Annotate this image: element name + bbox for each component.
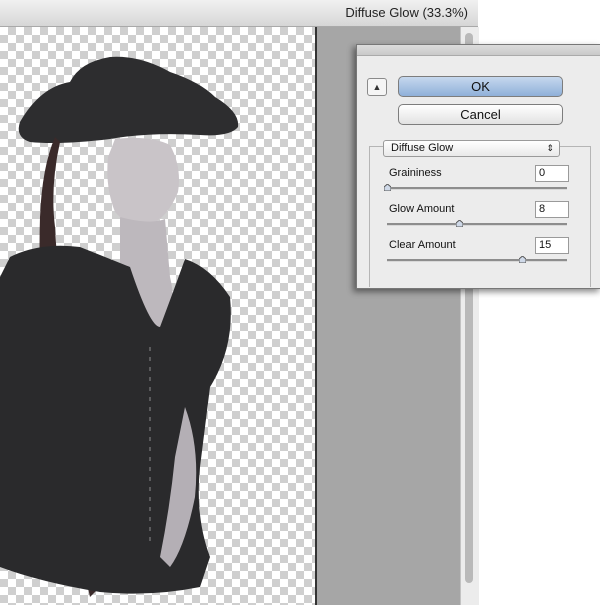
- ok-button[interactable]: OK: [398, 76, 563, 97]
- glow-amount-slider-thumb[interactable]: [455, 220, 463, 227]
- filter-select[interactable]: Diffuse Glow ⇕: [383, 140, 560, 157]
- graininess-slider-thumb[interactable]: [383, 184, 391, 191]
- graininess-slider-track[interactable]: [387, 187, 567, 190]
- dialog-header: [357, 45, 600, 56]
- window-title: Diffuse Glow (33.3%): [345, 5, 468, 20]
- graininess-label: Graininess: [389, 167, 442, 179]
- clear-amount-slider-track[interactable]: [387, 259, 567, 262]
- graininess-input[interactable]: 0: [535, 165, 569, 182]
- glow-amount-slider-track[interactable]: [387, 223, 567, 226]
- preview-canvas[interactable]: [0, 27, 316, 605]
- glow-amount-input[interactable]: 8: [535, 201, 569, 218]
- select-arrows-icon: ⇕: [546, 143, 554, 153]
- preview-image: [0, 56, 239, 597]
- cancel-button[interactable]: Cancel: [398, 104, 563, 125]
- collapse-icon[interactable]: ▲: [367, 78, 387, 96]
- clear-amount-input[interactable]: 15: [535, 237, 569, 254]
- clear-amount-label: Clear Amount: [389, 239, 456, 251]
- filter-dialog: ▲ OK Cancel Diffuse Glow ⇕ Graininess 0 …: [356, 44, 600, 289]
- glow-amount-label: Glow Amount: [389, 203, 455, 215]
- clear-amount-slider-thumb[interactable]: [518, 256, 526, 263]
- title-bar: Diffuse Glow (33.3%): [0, 0, 478, 27]
- filter-select-value: Diffuse Glow: [391, 142, 454, 154]
